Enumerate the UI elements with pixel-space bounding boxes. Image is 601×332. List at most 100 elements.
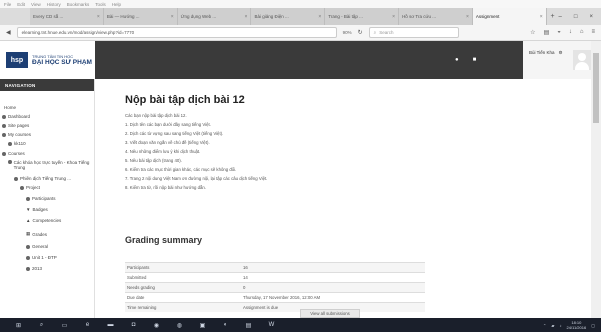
maximize-icon[interactable]: □ [574, 14, 578, 20]
participants-icon [26, 196, 30, 201]
edge-icon[interactable]: e [83, 321, 92, 330]
site-logo: hsp [6, 52, 28, 68]
firefox-icon[interactable]: ◐ [221, 321, 230, 330]
browser-tab[interactable]: Every CD sẵ ... × [30, 8, 104, 25]
tray-up-icon[interactable]: ⌃ [543, 323, 546, 328]
store-icon[interactable]: ◘ [129, 321, 138, 330]
grading-summary-heading: Grading summary [125, 235, 203, 245]
home-icon[interactable]: ⌂ [580, 29, 584, 36]
close-tab-icon[interactable]: × [540, 14, 543, 20]
dashboard-icon [2, 114, 6, 119]
close-tab-icon[interactable]: × [318, 14, 321, 20]
notification-icon[interactable]: ● [455, 57, 459, 63]
user-menu[interactable]: Bùi Tiến Kha ⚙ [523, 41, 591, 79]
app-icon[interactable]: ◍ [175, 321, 184, 330]
nav-item-dashboard[interactable]: Dashboard [2, 114, 30, 119]
windows-start-icon[interactable]: ⊞ [14, 321, 23, 330]
pocket-icon[interactable]: ◒ [557, 29, 561, 36]
new-tab-icon[interactable]: + [547, 8, 559, 25]
user-dropdown-icon[interactable]: ⚙ [559, 50, 563, 56]
grades-icon: ▦ [26, 231, 31, 236]
browser-tab[interactable]: Bài — Hướng ... × [103, 8, 178, 25]
badges-icon: ▼ [26, 207, 31, 212]
nav-item-2013[interactable]: 2013 [26, 266, 42, 271]
messages-icon[interactable]: ■ [473, 57, 477, 63]
menu-history[interactable]: History [47, 2, 61, 7]
menu-file[interactable]: File [4, 2, 11, 7]
browser-tab[interactable]: Bài giảng Điện ... × [251, 8, 326, 25]
nav-item-home[interactable]: Home [4, 105, 16, 110]
close-tab-icon[interactable]: × [171, 14, 174, 20]
nav-item-competencies[interactable]: ▲ Competencies [26, 218, 61, 223]
task-view-icon[interactable]: ▭ [60, 321, 69, 330]
browser-nav-bar: ◀ elearning.tnt.hnue.edu.vn/mod/assign/v… [0, 25, 601, 41]
network-icon[interactable]: ▰ [551, 323, 554, 328]
menu-bookmarks[interactable]: Bookmarks [67, 2, 90, 7]
table-row: Due date Thursday, 17 November 2016, 12:0… [125, 292, 425, 302]
nav-item-general[interactable]: General [26, 244, 48, 249]
minimize-icon[interactable]: – [559, 14, 562, 20]
clock[interactable]: 18:10 24/11/2016 [566, 320, 586, 330]
nav-item-category[interactable]: Các khóa học trực tuyến - Khoa Tiếng Tru… [8, 160, 93, 170]
close-tab-icon[interactable]: × [245, 14, 248, 20]
view-all-submissions-button[interactable]: View all submissions [300, 309, 360, 318]
nav-item-participants[interactable]: Participants [26, 196, 56, 201]
media-icon[interactable]: ▣ [198, 321, 207, 330]
browser-toolbar: ☆ ▤ ◒ ↓ ⌂ ≡ [530, 29, 595, 36]
close-window-icon[interactable]: × [589, 14, 593, 20]
instruction-line: 2. Dịch các từ vựng sau sang tiếng Việt … [125, 131, 224, 136]
site-pages-icon [2, 123, 6, 128]
close-tab-icon[interactable]: × [466, 14, 469, 20]
nav-item-my-courses[interactable]: My courses [2, 132, 31, 137]
close-tab-icon[interactable]: × [392, 14, 395, 20]
search-icon[interactable]: ⌕ [37, 321, 46, 330]
intro-line: Các bạn nộp bài tập dịch bài 12. [125, 113, 187, 118]
nav-item-badges[interactable]: ▼ Badges [26, 207, 48, 212]
section-icon [26, 266, 30, 271]
bookmarks-icon[interactable]: ▤ [544, 29, 550, 36]
menu-edit[interactable]: Edit [17, 2, 25, 7]
browser-tab[interactable]: Hồ sơ Tra cứu ... × [399, 8, 473, 25]
nav-item-courses[interactable]: Courses [2, 151, 25, 156]
url-text: elearning.tnt.hnue.edu.vn/mod/assign/vie… [21, 30, 135, 35]
instruction-line: 8. Kiểm tra từ, rồi nộp bài như hướng dẫ… [125, 185, 206, 190]
browser-tab[interactable]: Ứng dụng Web ... × [177, 8, 252, 25]
menu-help[interactable]: Help [112, 2, 121, 7]
zoom-level[interactable]: 90% [343, 30, 352, 35]
instruction-line: 1. Dịch tên các bạn dưới đây sang tiếng … [125, 122, 211, 127]
avatar[interactable] [573, 50, 591, 70]
windows-taskbar: ⊞ ⌕ ▭ e ▬ ◘ ◉ ◍ ▣ ◐ ▤ W ⌃ ▰ ♪ 18:10 24/1… [0, 318, 601, 332]
page-scrollbar[interactable] [591, 41, 601, 318]
pdf-icon[interactable]: ▤ [244, 321, 253, 330]
nav-item-grades[interactable]: ▦ Grades [26, 231, 47, 237]
menu-icon[interactable]: ≡ [591, 29, 595, 36]
url-bar[interactable]: elearning.tnt.hnue.edu.vn/mod/assign/vie… [16, 27, 337, 38]
scrollbar-thumb[interactable] [593, 53, 599, 123]
menu-tools[interactable]: Tools [95, 2, 106, 7]
nav-item-course-name[interactable]: Phiên dịch Tiếng Trung ... [14, 176, 71, 181]
nav-item-site-pages[interactable]: Site pages [2, 123, 29, 128]
nav-item-unit-1[interactable]: Unit 1 - ĐTP [26, 255, 57, 260]
site-brand[interactable]: hsp TRUNG TÂM TIN HỌC ĐẠI HỌC SƯ PHẠM [0, 41, 95, 79]
reload-icon[interactable]: ↻ [358, 29, 363, 36]
notifications-icon[interactable]: ▢ [591, 323, 595, 328]
search-input[interactable]: ⌕ Search [368, 27, 459, 38]
user-name: Bùi Tiến Kha [529, 50, 555, 55]
back-icon[interactable]: ◀ [6, 29, 11, 36]
nav-item-course[interactable]: kk110 [8, 141, 26, 146]
download-icon[interactable]: ↓ [569, 29, 572, 36]
browser-tab-active[interactable]: Assignment × [472, 8, 547, 25]
site-header: hsp TRUNG TÂM TIN HỌC ĐẠI HỌC SƯ PHẠM ● … [0, 41, 591, 79]
browser-tab[interactable]: Trang - Bài tập ... × [325, 8, 400, 25]
brand-title: ĐẠI HỌC SƯ PHẠM [32, 59, 92, 66]
nav-item-project[interactable]: Project [20, 185, 40, 190]
system-tray: ⌃ ▰ ♪ 18:10 24/11/2016 ▢ [543, 320, 601, 330]
menu-view[interactable]: View [31, 2, 41, 7]
chrome-icon[interactable]: ◉ [152, 321, 161, 330]
bookmark-star-icon[interactable]: ☆ [530, 29, 535, 36]
volume-icon[interactable]: ♪ [559, 323, 561, 328]
close-tab-icon[interactable]: × [97, 14, 100, 20]
word-icon[interactable]: W [267, 321, 276, 330]
course-name-icon [14, 176, 18, 181]
file-explorer-icon[interactable]: ▬ [106, 321, 115, 330]
